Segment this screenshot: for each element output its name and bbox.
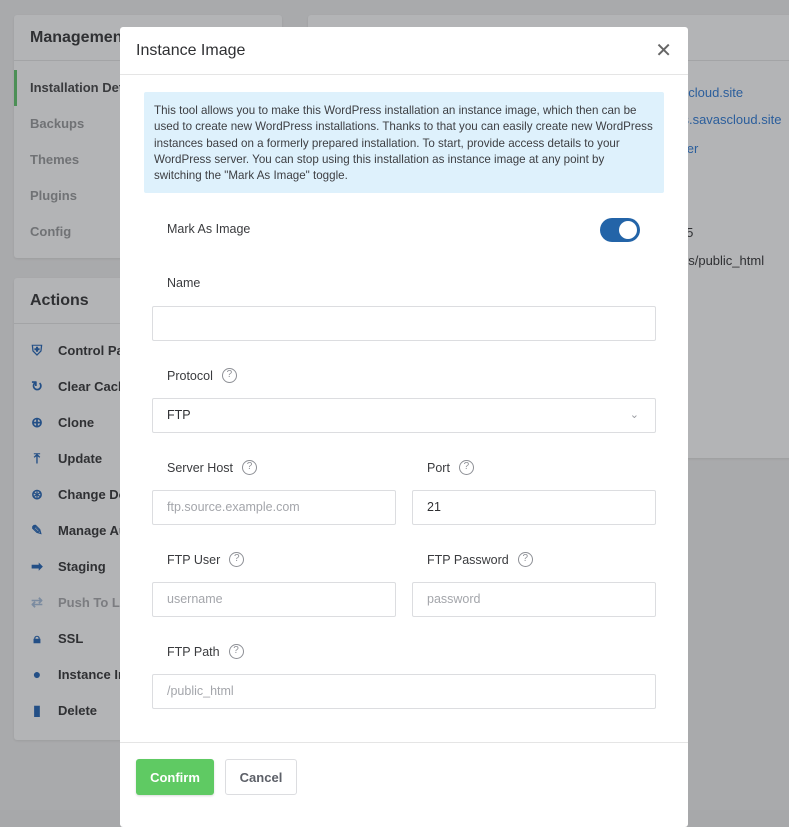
ftp-password-label-text: FTP Password <box>427 552 509 567</box>
ftp-path-label: FTP Path? <box>167 644 244 659</box>
protocol-label-text: Protocol <box>167 368 213 383</box>
clone-icon: ⊕ <box>31 413 43 430</box>
ftp-password-input[interactable]: password <box>412 582 656 617</box>
name-input[interactable] <box>152 306 656 341</box>
port-input[interactable]: 21 <box>412 490 656 525</box>
ftp-path-label-text: FTP Path <box>167 644 220 659</box>
action-label: Staging <box>58 558 106 574</box>
help-icon[interactable]: ? <box>228 644 244 659</box>
cancel-button[interactable]: Cancel <box>225 759 297 795</box>
port-label: Port? <box>427 460 474 475</box>
upload-icon: ⤒ <box>33 449 41 466</box>
help-icon[interactable]: ? <box>517 552 533 567</box>
ftp-password-label: FTP Password? <box>427 552 533 567</box>
globe-icon: ⊛ <box>31 485 43 502</box>
action-label: Update <box>58 450 103 466</box>
mark-as-image-toggle[interactable] <box>600 218 640 242</box>
ftp-user-label: FTP User? <box>167 552 245 567</box>
shield-icon: ⛨ <box>31 341 43 358</box>
instance-image-modal: Instance Image ✕ This tool allows you to… <box>120 27 688 827</box>
info-box: This tool allows you to make this WordPr… <box>144 92 664 193</box>
modal-title: Instance Image <box>136 41 246 59</box>
ftp-user-input[interactable]: username <box>152 582 396 617</box>
server-host-label: Server Host? <box>167 460 257 475</box>
pencil-icon: ✎ <box>31 521 43 538</box>
ftp-user-label-text: FTP User <box>167 552 221 567</box>
help-icon[interactable]: ? <box>458 460 474 475</box>
arrow-right-icon: ➡ <box>31 557 43 574</box>
server-host-label-text: Server Host <box>167 460 233 475</box>
action-label: Clone <box>58 414 95 430</box>
help-icon[interactable]: ? <box>242 460 257 475</box>
protocol-label: Protocol? <box>167 368 237 383</box>
mark-as-image-label: Mark As Image <box>167 222 251 236</box>
ftp-path-input[interactable]: /public_html <box>152 674 656 709</box>
help-icon[interactable]: ? <box>229 552 245 567</box>
protocol-select[interactable]: FTP ⌄ <box>152 398 656 433</box>
action-label: SSL <box>58 630 84 646</box>
modal-footer-divider <box>120 742 688 743</box>
repeat-icon: ⇄ <box>31 593 43 610</box>
server-host-input[interactable]: ftp.source.example.com <box>152 490 396 525</box>
trash-icon: ▮ <box>33 701 41 718</box>
refresh-icon: ↻ <box>31 377 43 394</box>
name-label: Name <box>167 276 201 290</box>
close-icon[interactable]: ✕ <box>655 38 672 63</box>
action-label: Delete <box>58 702 98 718</box>
protocol-value: FTP <box>167 408 191 422</box>
chevron-down-icon: ⌄ <box>629 409 639 421</box>
image-icon: ● <box>32 666 42 682</box>
port-label-text: Port <box>427 460 450 475</box>
lock-icon: 🔒︎ <box>33 629 41 646</box>
confirm-button[interactable]: Confirm <box>136 759 214 795</box>
help-icon[interactable]: ? <box>221 368 237 383</box>
